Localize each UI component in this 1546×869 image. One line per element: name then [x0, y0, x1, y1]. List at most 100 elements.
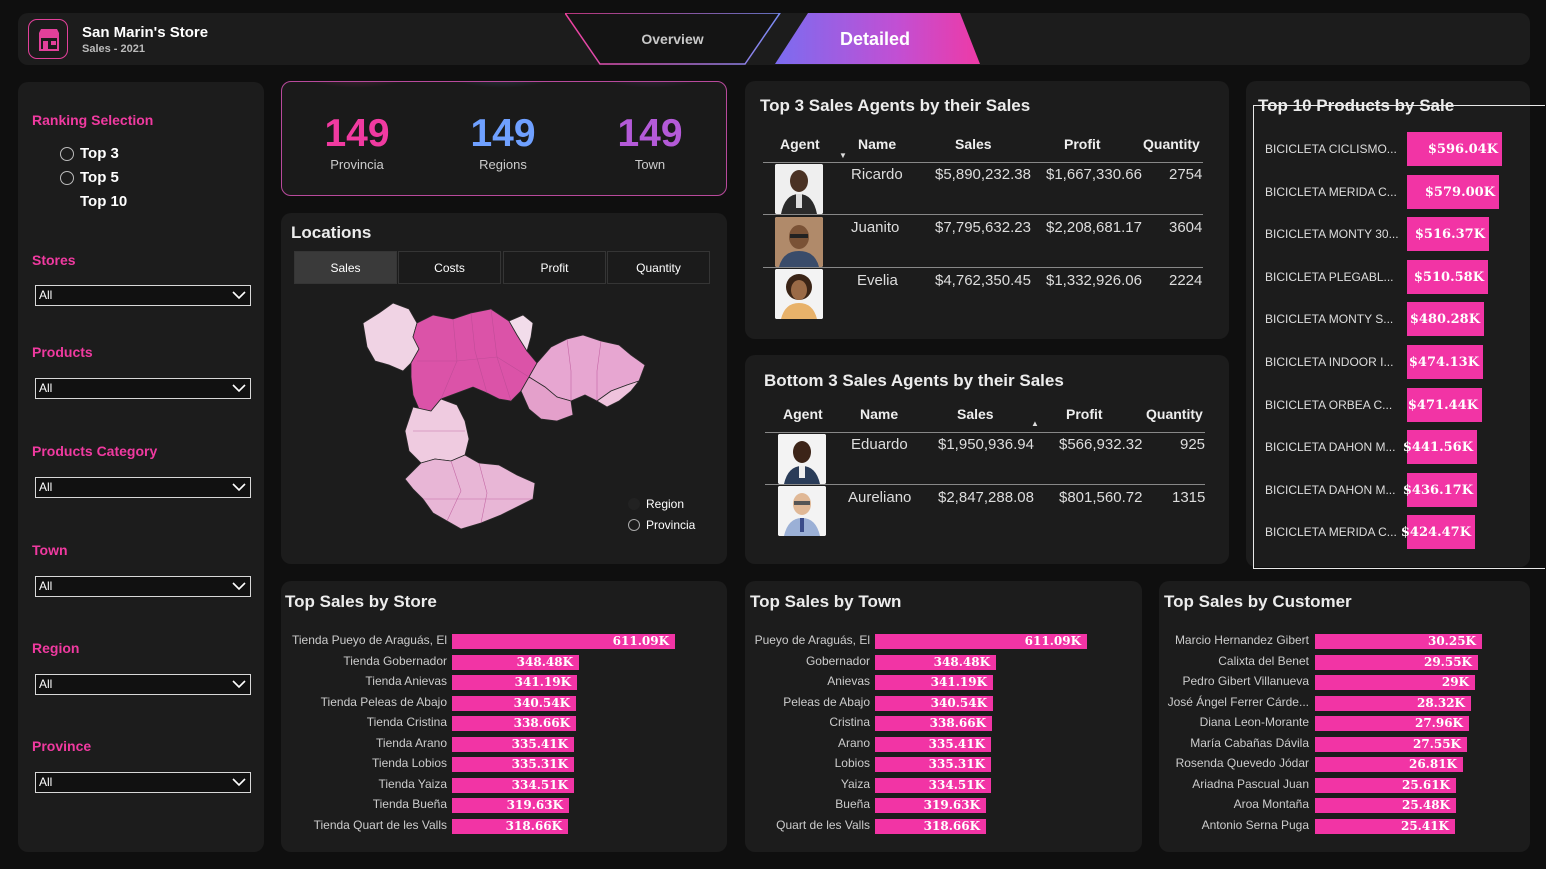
top-agents-panel: Top 3 Sales Agents by their Sales Agent …	[745, 81, 1229, 339]
town-value: 338.66K	[929, 716, 986, 730]
top-agents-title: Top 3 Sales Agents by their Sales	[760, 96, 1031, 115]
store-label: Tienda Quart de les Valls	[313, 817, 447, 832]
agent-photo	[775, 164, 823, 214]
store-value: 319.63K	[506, 798, 563, 812]
sales-by-town-title: Top Sales by Town	[750, 592, 902, 611]
store-label: Tienda Pueyo de Araguás, El	[292, 633, 447, 647]
agent-profit: $1,332,926.06	[1046, 272, 1142, 289]
customer-label: Ariadna Pascual Juan	[1192, 776, 1309, 791]
region-dropdown[interactable]: All	[35, 674, 251, 695]
town-label: Anievas	[827, 674, 870, 688]
sort-down-icon[interactable]: ▼	[839, 151, 847, 160]
product-value: $471.44K	[1407, 397, 1478, 413]
agent-sales: $7,795,632.23	[935, 219, 1031, 236]
product-value: $441.56K	[1402, 440, 1473, 456]
agent-name: Evelia	[857, 272, 898, 289]
agent-profit: $566,932.32	[1059, 436, 1143, 453]
store-label: Tienda Yaiza	[378, 776, 448, 791]
sales-by-store-title: Top Sales by Store	[285, 592, 437, 611]
store-label: Tienda Gobernador	[343, 653, 447, 668]
town-label: Yaiza	[840, 776, 870, 791]
app-title: San Marin's Store	[82, 24, 209, 41]
store-label: Tienda Anievas	[365, 674, 447, 688]
app-subtitle: Sales - 2021	[82, 43, 145, 55]
agent-quantity: 2754	[1169, 166, 1203, 183]
product-value: $510.58K	[1413, 269, 1484, 285]
row-divider	[765, 484, 1205, 485]
radio-label: Top 10	[80, 193, 128, 210]
map-tab-sales[interactable]: Sales	[294, 251, 397, 284]
town-value: 341.19K	[930, 675, 987, 689]
legend-region-label: Region	[646, 497, 685, 511]
top-products-panel: Top 10 Products by Sale BICICLETA CICLIS…	[1246, 81, 1545, 569]
store-value: 335.31K	[511, 757, 568, 771]
agent-quantity: 1315	[1172, 489, 1206, 506]
col-profit: Profit	[1064, 136, 1101, 152]
radio-label: Top 5	[80, 169, 119, 186]
dropdown-value: All	[39, 579, 53, 593]
radio-top-3[interactable]: Top 3	[60, 145, 119, 162]
row-divider	[763, 214, 1203, 215]
stores-dropdown[interactable]: All	[35, 285, 251, 306]
store-value: 334.51K	[511, 777, 568, 792]
map-tab-quantity[interactable]: Quantity	[607, 251, 710, 284]
product-value: $516.37K	[1414, 227, 1485, 243]
town-value: 335.41K	[928, 736, 985, 751]
locations-title: Locations	[291, 223, 372, 242]
tab-overview[interactable]: Overview	[565, 13, 780, 65]
town-label: Lobios	[834, 756, 870, 770]
dropdown-value: All	[39, 480, 53, 494]
map-tab-costs[interactable]: Costs	[398, 251, 501, 284]
products-category-label: Products Category	[32, 443, 158, 459]
tab-detailed[interactable]: Detailed	[770, 13, 980, 65]
map-tab-profit[interactable]: Profit	[503, 251, 606, 284]
product-value: $424.47K	[1400, 525, 1471, 541]
radio-top-5[interactable]: Top 5	[60, 169, 119, 186]
customer-value: 25.48K	[1401, 798, 1450, 812]
header-divider	[763, 162, 1203, 163]
product-label: BICICLETA MERIDA C...	[1265, 184, 1397, 199]
province-dropdown[interactable]: All	[35, 772, 251, 793]
row-divider	[763, 267, 1203, 268]
customer-value: 30.25K	[1427, 634, 1476, 648]
radio-selected-icon	[60, 195, 74, 209]
filter-panel: Ranking Selection Top 3 Top 5 Top 10 Sto…	[18, 82, 264, 852]
town-label: Bueña	[835, 797, 870, 811]
stores-label: Stores	[32, 252, 76, 268]
store-value: 611.09K	[612, 634, 669, 648]
customer-value: 25.41K	[1400, 818, 1449, 833]
dropdown-value: All	[39, 381, 53, 395]
chevron-down-icon	[232, 582, 246, 591]
radio-circle-icon	[60, 170, 74, 185]
agent-quantity: 3604	[1169, 219, 1203, 236]
region-map[interactable]	[361, 301, 651, 533]
products-label: Products	[32, 344, 93, 360]
product-value: $579.00K	[1424, 184, 1495, 200]
town-value: 334.51K	[928, 777, 985, 792]
product-label: BICICLETA PLEGABL...	[1265, 269, 1394, 284]
agent-profit: $801,560.72	[1059, 489, 1143, 506]
header-divider	[765, 432, 1205, 433]
town-dropdown[interactable]: All	[35, 576, 251, 597]
agent-name: Eduardo	[851, 436, 908, 453]
customer-label: María Cabañas Dávila	[1190, 735, 1309, 750]
customer-label: José Ángel Ferrer Cárde...	[1167, 694, 1309, 709]
store-label: Tienda Lobios	[372, 756, 447, 770]
col-agent: Agent	[780, 136, 820, 152]
town-value: 340.54K	[930, 695, 987, 710]
products-category-dropdown[interactable]: All	[35, 477, 251, 498]
product-label: BICICLETA MERIDA C...	[1265, 525, 1397, 540]
radio-top-10[interactable]: Top 10	[60, 193, 127, 210]
sort-up-icon[interactable]: ▲	[1031, 419, 1039, 428]
agent-quantity: 925	[1180, 436, 1206, 453]
products-dropdown[interactable]: All	[35, 378, 251, 399]
radio-circle-icon	[60, 146, 74, 161]
store-value: 341.19K	[514, 675, 571, 689]
store-label: Tienda Bueña	[372, 797, 447, 811]
agent-photo	[775, 269, 823, 319]
kpi-regions-label: Regions	[479, 157, 527, 172]
town-label: Gobernador	[805, 653, 870, 668]
bottom-agents-panel: Bottom 3 Sales Agents by their Sales Age…	[745, 355, 1229, 564]
col-sales: Sales	[955, 136, 992, 152]
agent-name: Juanito	[851, 219, 900, 236]
